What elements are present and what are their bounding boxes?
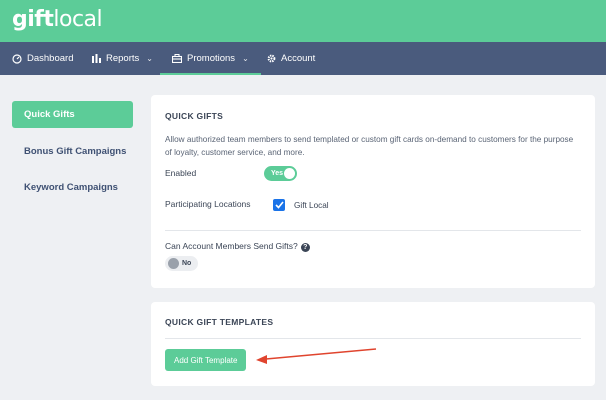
checkmark-icon <box>274 201 284 209</box>
logo-bold-text: gift <box>12 7 54 32</box>
sidebar-item-quick-gifts[interactable]: Quick Gifts <box>12 101 133 128</box>
quick-gift-templates-card: QUICK GIFT TEMPLATES Add Gift Template <box>151 302 595 386</box>
toggle-knob <box>284 168 295 179</box>
sidebar-item-label: Bonus Gift Campaigns <box>24 146 127 157</box>
help-icon[interactable]: ? <box>300 243 310 252</box>
nav-reports[interactable]: Reports ⌄ <box>92 42 153 75</box>
toggle-knob <box>168 258 179 269</box>
giftlocal-logo[interactable]: giftlocal <box>12 7 103 32</box>
nav-account-label: Account <box>281 53 316 64</box>
bar-chart-icon <box>92 54 101 63</box>
nav-promotions[interactable]: Promotions ⌄ <box>160 42 261 75</box>
sidebar-item-label: Quick Gifts <box>24 109 75 120</box>
gift-box-icon <box>172 54 182 63</box>
divider <box>165 230 581 231</box>
toggle-value: Yes <box>271 170 284 177</box>
members-send-gifts-toggle[interactable]: No <box>165 256 198 271</box>
gear-icon <box>267 54 276 63</box>
chevron-down-icon: ⌄ <box>146 54 153 63</box>
members-send-gifts-label: Can Account Members Send Gifts?? <box>165 241 310 252</box>
sidebar-item-keyword-campaigns[interactable]: Keyword Campaigns <box>12 174 133 201</box>
quick-gifts-card: QUICK GIFTS Allow authorized team member… <box>151 95 595 288</box>
card-title: QUICK GIFT TEMPLATES <box>165 317 274 327</box>
chevron-down-icon: ⌄ <box>242 54 249 63</box>
members-send-gifts-text: Can Account Members Send Gifts? <box>165 241 298 251</box>
logo-light-text: local <box>53 7 103 32</box>
nav-promotions-label: Promotions <box>187 53 236 64</box>
location-checkbox[interactable] <box>273 199 285 211</box>
sidebar-item-bonus-gift-campaigns[interactable]: Bonus Gift Campaigns <box>12 138 133 165</box>
nav-dashboard[interactable]: Dashboard <box>12 42 73 75</box>
enabled-label: Enabled <box>165 168 197 178</box>
add-gift-template-button[interactable]: Add Gift Template <box>165 349 247 371</box>
top-bar: giftlocal <box>0 0 606 42</box>
nav-reports-label: Reports <box>106 53 140 64</box>
location-name: Gift Local <box>294 201 329 210</box>
toggle-value: No <box>182 260 192 267</box>
quick-gifts-description: Allow authorized team members to send te… <box>165 135 574 157</box>
sidebar-item-label: Keyword Campaigns <box>24 182 118 193</box>
nav-account[interactable]: Account <box>267 42 315 75</box>
divider <box>165 338 581 339</box>
participating-locations-label: Participating Locations <box>165 199 251 209</box>
gauge-icon <box>12 53 22 64</box>
nav-dashboard-label: Dashboard <box>27 53 74 64</box>
card-title: QUICK GIFTS <box>165 111 224 121</box>
enabled-toggle[interactable]: Yes <box>264 166 297 181</box>
main-nav: Dashboard Reports ⌄ Promotions ⌄ Account <box>0 42 606 75</box>
